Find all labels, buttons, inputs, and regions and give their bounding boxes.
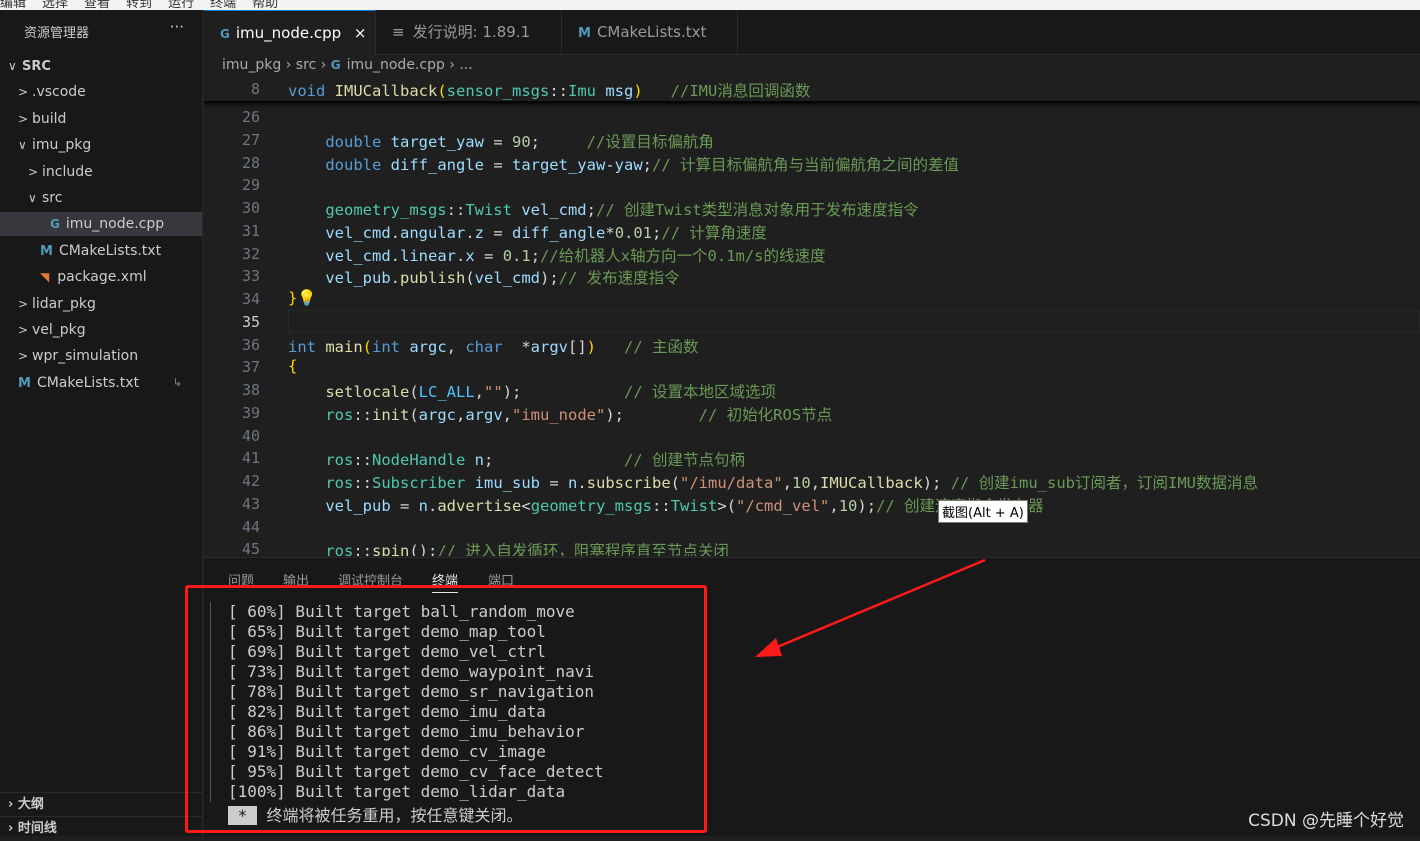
annotation-arrow	[755, 558, 986, 657]
